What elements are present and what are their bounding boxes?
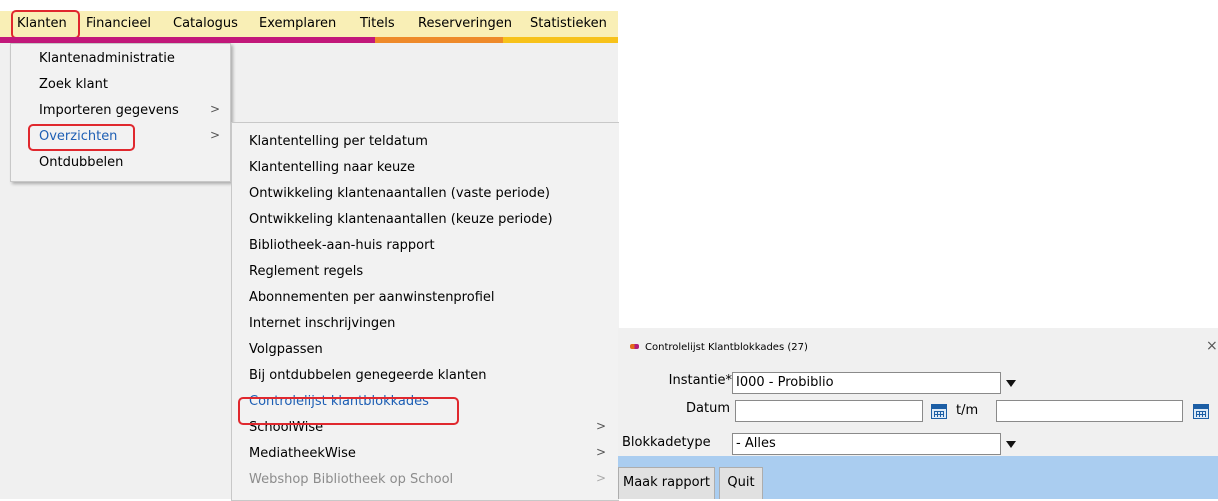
datum-label: Datum [686, 401, 730, 416]
menu-item-label: Ontdubbelen [39, 155, 124, 170]
menu-catalogus[interactable]: Catalogus [173, 16, 238, 32]
menu-item-ontdubbelen[interactable]: Ontdubbelen [11, 150, 230, 176]
submenu-item-klantentelling-per-teldatum[interactable]: Klantentelling per teldatum [232, 129, 619, 155]
menu-exemplaren[interactable]: Exemplaren [259, 16, 336, 32]
submenu-item-label: Abonnementen per aanwinstenprofiel [249, 290, 495, 305]
submenu-item-label: Bij ontdubbelen genegeerde klanten [249, 368, 487, 383]
submenu-item-label: Webshop Bibliotheek op School [249, 472, 454, 487]
submenu-item-volgpassen[interactable]: Volgpassen [232, 337, 619, 363]
dialog-title-text: Controlelijst Klantblokkades (27) [645, 342, 808, 353]
submenu-item-reglement-regels[interactable]: Reglement regels [232, 259, 619, 285]
menu-titels[interactable]: Titels [360, 16, 395, 32]
submenu-item-label: Bibliotheek-aan-huis rapport [249, 238, 435, 253]
menu-item-klantenadministratie[interactable]: Klantenadministratie [11, 46, 230, 72]
submenu-item-label: Reglement regels [249, 264, 364, 279]
tm-label: t/m [956, 403, 979, 418]
calendar-icon[interactable] [931, 404, 947, 419]
menu-item-zoek-klant[interactable]: Zoek klant [11, 72, 230, 98]
menu-financieel[interactable]: Financieel [86, 16, 151, 32]
menu-item-label: Zoek klant [39, 77, 108, 92]
highlight-controlelijst [238, 397, 459, 425]
submenu-item-internet-inschrijvingen[interactable]: Internet inschrijvingen [232, 311, 619, 337]
dialog-controlelijst-klantblokkades: Controlelijst Klantblokkades (27) × Inst… [618, 328, 1218, 499]
dialog-button-bar: Maak rapport Quit [618, 456, 1218, 499]
menu-item-importeren-gegevens[interactable]: Importeren gegevens > [11, 98, 230, 124]
submenu-item-ontwikkeling-keuze-periode[interactable]: Ontwikkeling klantenaantallen (keuze per… [232, 207, 619, 233]
chevron-right-icon: > [210, 128, 221, 142]
quit-button[interactable]: Quit [719, 467, 763, 499]
submenu-item-ontwikkeling-vaste-periode[interactable]: Ontwikkeling klantenaantallen (vaste per… [232, 181, 619, 207]
submenu-item-label: Volgpassen [249, 342, 323, 357]
close-icon[interactable]: × [1206, 338, 1218, 354]
submenu-item-bibliotheek-aan-huis[interactable]: Bibliotheek-aan-huis rapport [232, 233, 619, 259]
chevron-down-icon[interactable] [1003, 433, 1019, 455]
submenu-item-mediatheekwise[interactable]: MediatheekWise > [232, 441, 619, 467]
chevron-right-icon: > [596, 445, 607, 459]
menu-item-label: Importeren gegevens [39, 103, 179, 118]
chevron-right-icon: > [596, 471, 607, 485]
submenu-item-webshop[interactable]: Webshop Bibliotheek op School > [232, 467, 619, 493]
app-logo-icon [630, 343, 639, 349]
instantie-select[interactable]: I000 - Probiblio [732, 372, 1001, 394]
menubar: Klanten Financieel Catalogus Exemplaren … [0, 11, 618, 37]
submenu-item-genegeerde-klanten[interactable]: Bij ontdubbelen genegeerde klanten [232, 363, 619, 389]
menu-item-label: Klantenadministratie [39, 51, 175, 66]
highlight-klanten [11, 10, 80, 39]
datum-to-input[interactable] [996, 400, 1183, 422]
chevron-right-icon: > [596, 419, 607, 433]
submenu-item-abonnementen[interactable]: Abonnementen per aanwinstenprofiel [232, 285, 619, 311]
submenu-item-label: Internet inschrijvingen [249, 316, 396, 331]
klanten-menu: Klantenadministratie Zoek klant Importer… [10, 43, 231, 182]
submenu-item-label: Ontwikkeling klantenaantallen (keuze per… [249, 212, 553, 227]
submenu-item-label: Klantentelling naar keuze [249, 160, 416, 175]
chevron-right-icon: > [210, 102, 221, 116]
menu-statistieken[interactable]: Statistieken [530, 16, 607, 32]
submenu-item-klantentelling-naar-keuze[interactable]: Klantentelling naar keuze [232, 155, 619, 181]
blokkadetype-label: Blokkadetype [622, 435, 711, 450]
datum-from-input[interactable] [735, 400, 923, 422]
chevron-down-icon[interactable] [1003, 372, 1019, 394]
menu-reserveringen[interactable]: Reserveringen [418, 16, 512, 32]
submenu-item-label: Klantentelling per teldatum [249, 134, 428, 149]
calendar-icon[interactable] [1193, 404, 1209, 419]
instantie-label: Instantie* [668, 373, 732, 388]
blokkadetype-select[interactable]: - Alles [732, 433, 1001, 455]
make-report-button[interactable]: Maak rapport [618, 467, 715, 499]
highlight-overzichten [28, 124, 135, 151]
dialog-title: Controlelijst Klantblokkades (27) [630, 342, 808, 353]
submenu-item-label: Ontwikkeling klantenaantallen (vaste per… [249, 186, 550, 201]
overzichten-submenu: Klantentelling per teldatum Klantentelli… [231, 122, 619, 501]
submenu-item-label: MediatheekWise [249, 446, 356, 461]
